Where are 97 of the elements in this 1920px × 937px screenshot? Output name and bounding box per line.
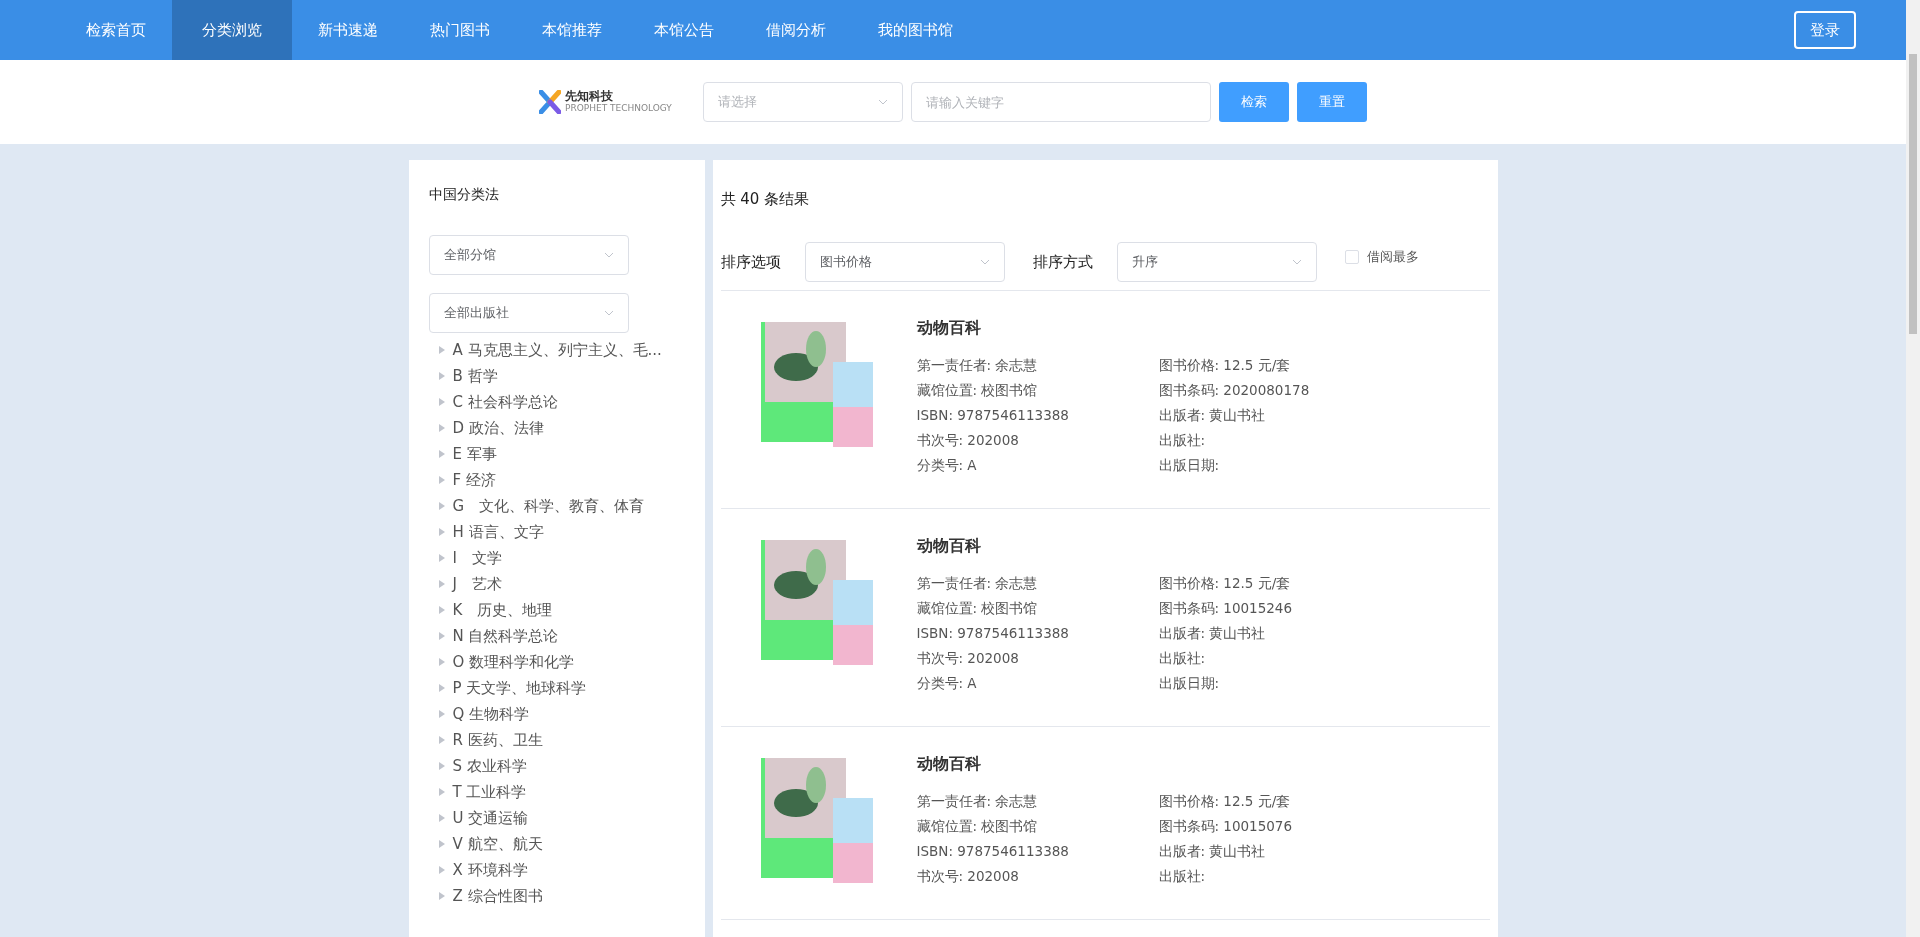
tree-item[interactable]: S 农业科学 (406, 753, 685, 779)
tree-item[interactable]: A 马克思主义、列宁主义、毛... (406, 337, 685, 363)
tree-item[interactable]: Q 生物科学 (406, 701, 685, 727)
expand-arrow-icon[interactable] (438, 710, 445, 718)
expand-arrow-icon[interactable] (438, 476, 445, 484)
logo-icon (539, 90, 561, 114)
book-field: 第一责任者: 余志慧 (916, 353, 1159, 378)
expand-arrow-icon[interactable] (438, 554, 445, 562)
book-field: 出版日期: (1158, 671, 1399, 696)
tree-item[interactable]: R 医药、卫生 (406, 727, 685, 753)
nav-tab[interactable]: 分类浏览 (172, 0, 292, 60)
book-field: ISBN: 9787546113388 (916, 621, 1159, 646)
tree-item[interactable]: T 工业科学 (406, 779, 685, 805)
book-field: 出版社: (1158, 646, 1399, 671)
checkbox[interactable] (1344, 250, 1359, 264)
tree-item[interactable]: H 语言、文字 (406, 519, 685, 545)
tree-item[interactable]: O 数理科学和化学 (406, 649, 685, 675)
expand-arrow-icon[interactable] (438, 346, 445, 354)
expand-arrow-icon[interactable] (438, 658, 445, 666)
expand-arrow-icon[interactable] (438, 788, 445, 796)
logo-tagline: PROPHET TECHNOLOGY (565, 103, 672, 114)
book-field: 图书价格: 12.5 元/套 (1158, 353, 1399, 378)
expand-arrow-icon[interactable] (438, 866, 445, 874)
book-field: 书次号: 202008 (916, 646, 1159, 671)
tree-item[interactable]: I 文学 (406, 545, 685, 571)
expand-arrow-icon[interactable] (438, 398, 445, 406)
chevron-down-icon (603, 310, 614, 316)
publisher-select[interactable]: 全部出版社 (428, 293, 629, 333)
book-title[interactable]: 动物百科 (916, 753, 1399, 775)
tree-item[interactable]: B 哲学 (406, 363, 685, 389)
book-field: 藏馆位置: 校图书馆 (916, 378, 1159, 403)
expand-arrow-icon[interactable] (438, 814, 445, 822)
expand-arrow-icon[interactable] (438, 684, 445, 692)
scrollbar[interactable] (1906, 0, 1920, 937)
book-field: 出版日期: (1158, 453, 1399, 478)
book-field: 出版者: 黄山书社 (1158, 839, 1399, 864)
tree-item[interactable]: Z 综合性图书 (406, 883, 685, 909)
book-field: 出版者: 黄山书社 (1158, 403, 1399, 428)
sort-option-label: 排序选项 (720, 251, 781, 273)
book-field: 图书条码: 10015076 (1158, 814, 1399, 839)
tree-item[interactable]: P 天文学、地球科学 (406, 675, 685, 701)
tree-item[interactable]: D 政治、法律 (406, 415, 685, 441)
expand-arrow-icon[interactable] (438, 606, 445, 614)
expand-arrow-icon[interactable] (438, 840, 445, 848)
tree-item[interactable]: X 环境科学 (406, 857, 685, 883)
tree-item[interactable]: E 军事 (406, 441, 685, 467)
expand-arrow-icon[interactable] (438, 372, 445, 380)
book-field: 藏馆位置: 校图书馆 (916, 596, 1159, 621)
book-field: 图书条码: 2020080178 (1158, 378, 1399, 403)
tree-item[interactable]: N 自然科学总论 (406, 623, 685, 649)
tree-item[interactable]: G 文化、科学、教育、体育 (406, 493, 685, 519)
book-field: ISBN: 9787546113388 (916, 839, 1159, 864)
tree-item[interactable]: V 航空、航天 (406, 831, 685, 857)
tree-item[interactable]: U 交通运输 (406, 805, 685, 831)
sidebar-title: 中国分类法 (428, 185, 500, 204)
book-field: 图书价格: 12.5 元/套 (1158, 789, 1399, 814)
checkbox-label: 借阅最多 (1366, 248, 1419, 267)
chevron-down-icon (878, 99, 888, 105)
book-field: 图书条码: 10015246 (1158, 596, 1399, 621)
expand-arrow-icon[interactable] (438, 450, 445, 458)
keyword-input[interactable]: 请输入关键字 (911, 82, 1211, 122)
expand-arrow-icon[interactable] (438, 762, 445, 770)
book-field: 书次号: 202008 (916, 864, 1159, 889)
tree-item[interactable]: C 社会科学总论 (406, 389, 685, 415)
sort-option-select[interactable]: 图书价格 (804, 242, 1005, 282)
book-field: 图书价格: 12.5 元/套 (1158, 571, 1399, 596)
expand-arrow-icon[interactable] (438, 528, 445, 536)
sort-order-label: 排序方式 (1032, 251, 1093, 273)
book-field: 藏馆位置: 校图书馆 (916, 814, 1159, 839)
chevron-down-icon (603, 252, 614, 258)
result-count: 共 40 条结果 (720, 189, 811, 210)
book-field: 书次号: 202008 (916, 428, 1159, 453)
book-title[interactable]: 动物百科 (916, 535, 1399, 557)
branch-select[interactable]: 全部分馆 (428, 235, 629, 275)
book-field: 第一责任者: 余志慧 (916, 571, 1159, 596)
expand-arrow-icon[interactable] (438, 424, 445, 432)
tree-item[interactable]: J 艺术 (406, 571, 685, 597)
book-field: 分类号: A (916, 671, 1159, 696)
book-field: 出版社: (1158, 428, 1399, 453)
chevron-down-icon (1291, 259, 1302, 265)
chevron-down-icon (979, 259, 990, 265)
book-field: 第一责任者: 余志慧 (916, 789, 1159, 814)
tree-item[interactable]: F 经济 (406, 467, 685, 493)
sort-order-select[interactable]: 升序 (1116, 242, 1317, 282)
expand-arrow-icon[interactable] (438, 632, 445, 640)
book-field: 出版者: 黄山书社 (1158, 621, 1399, 646)
book-field: 分类号: A (916, 453, 1159, 478)
book-field: ISBN: 9787546113388 (916, 403, 1159, 428)
scrollbar-thumb[interactable] (1909, 54, 1917, 334)
expand-arrow-icon[interactable] (438, 736, 445, 744)
book-title[interactable]: 动物百科 (916, 317, 1399, 339)
tree-item[interactable]: K 历史、地理 (406, 597, 685, 623)
logo-text: 先知科技 (565, 90, 614, 104)
expand-arrow-icon[interactable] (438, 502, 445, 510)
expand-arrow-icon[interactable] (438, 892, 445, 900)
expand-arrow-icon[interactable] (438, 580, 445, 588)
book-field: 出版社: (1158, 864, 1399, 889)
